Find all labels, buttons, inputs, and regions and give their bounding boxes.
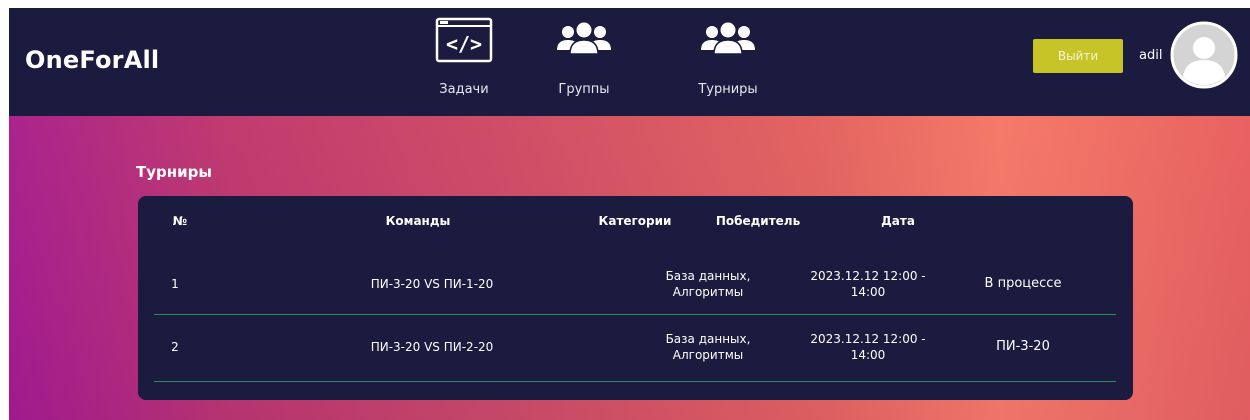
cell-status: ПИ-3-20 bbox=[996, 339, 1050, 354]
date-line: 14:00 bbox=[850, 348, 886, 362]
logout-button[interactable]: Выйти bbox=[1033, 39, 1123, 73]
column-header-categories: Категории bbox=[598, 214, 672, 228]
categories-line: Алгоритмы bbox=[672, 285, 744, 299]
nav-label-groups: Группы bbox=[558, 82, 610, 97]
username-label: adil bbox=[1139, 48, 1163, 63]
cell-teams: ПИ-3-20 VS ПИ-2-20 bbox=[370, 340, 494, 354]
people-group-icon bbox=[554, 14, 614, 66]
cell-teams: ПИ-3-20 VS ПИ-1-20 bbox=[370, 277, 494, 291]
cell-date: 2023.12.12 12:00 - 14:00 bbox=[793, 254, 943, 314]
top-navbar: OneForAll </> Задачи Группы Турниры Выйт… bbox=[9, 8, 1250, 116]
svg-text:</>: </> bbox=[446, 32, 482, 56]
nav-label-tasks: Задачи bbox=[439, 82, 489, 97]
row-divider bbox=[154, 381, 1116, 382]
column-header-teams: Команды bbox=[385, 214, 451, 228]
column-header-winner: Победитель bbox=[715, 214, 801, 228]
nav-item-groups[interactable]: Группы bbox=[539, 8, 629, 116]
cell-date: 2023.12.12 12:00 - 14:00 bbox=[793, 316, 943, 378]
column-header-date: Дата bbox=[881, 214, 915, 228]
date-line: 2023.12.12 12:00 - bbox=[810, 269, 926, 283]
date-line: 2023.12.12 12:00 - bbox=[810, 332, 926, 346]
categories-line: База данных, bbox=[665, 269, 751, 283]
categories-line: Алгоритмы bbox=[672, 348, 744, 362]
date-line: 14:00 bbox=[850, 285, 886, 299]
cell-categories: База данных, Алгоритмы bbox=[638, 316, 778, 378]
table-row[interactable]: 1 ПИ-3-20 VS ПИ-1-20 База данных, Алгори… bbox=[138, 254, 1133, 314]
cell-number: 2 bbox=[171, 340, 179, 354]
cell-status: В процессе bbox=[984, 276, 1062, 291]
table-row[interactable]: 2 ПИ-3-20 VS ПИ-2-20 База данных, Алгори… bbox=[138, 316, 1133, 378]
cell-number: 1 bbox=[171, 277, 179, 291]
nav-item-tasks[interactable]: </> Задачи bbox=[419, 8, 509, 116]
row-divider bbox=[154, 314, 1116, 315]
categories-line: База данных, bbox=[665, 332, 751, 346]
cell-categories: База данных, Алгоритмы bbox=[638, 254, 778, 314]
code-window-icon: </> bbox=[435, 14, 493, 66]
app-logo[interactable]: OneForAll bbox=[25, 46, 159, 74]
nav-item-tournaments[interactable]: Турниры bbox=[683, 8, 773, 116]
people-group-icon bbox=[698, 14, 758, 66]
column-header-number: № bbox=[172, 214, 188, 228]
page-title: Турниры bbox=[136, 163, 212, 181]
tournaments-table: № Команды Категории Победитель Дата 1 ПИ… bbox=[138, 196, 1133, 400]
nav-label-tournaments: Турниры bbox=[698, 82, 758, 97]
user-avatar-icon[interactable] bbox=[1169, 20, 1239, 90]
